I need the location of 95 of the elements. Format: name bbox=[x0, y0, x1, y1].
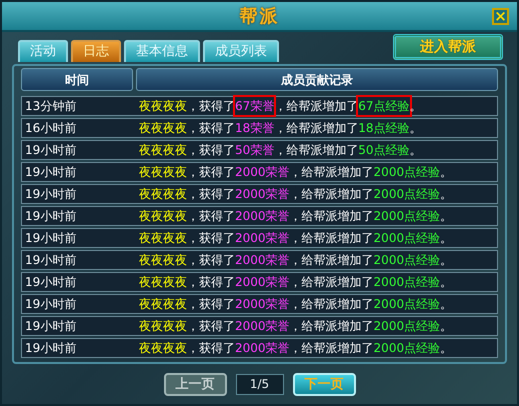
player-name: 夜夜夜夜 bbox=[139, 296, 187, 313]
exp-text: 2000点经验 bbox=[374, 186, 440, 203]
log-text: ，给帮派增加了 bbox=[274, 98, 358, 115]
log-text: 。 bbox=[440, 252, 452, 269]
log-text: 。 bbox=[410, 98, 422, 115]
log-text: 。 bbox=[440, 164, 452, 181]
honor-text: 2000荣誉 bbox=[235, 296, 290, 313]
player-name: 夜夜夜夜 bbox=[139, 318, 187, 335]
time-text: 16小时前 bbox=[25, 120, 78, 137]
log-text: ，获得了 bbox=[187, 164, 235, 181]
player-name: 夜夜夜夜 bbox=[139, 186, 187, 203]
log-text: 。 bbox=[410, 142, 422, 159]
log-text: ，给帮派增加了 bbox=[274, 142, 358, 159]
player-name: 夜夜夜夜 bbox=[139, 230, 187, 247]
log-text: ，给帮派增加了 bbox=[290, 208, 374, 225]
time-text: 19小时前 bbox=[25, 252, 78, 269]
player-name: 夜夜夜夜 bbox=[139, 208, 187, 225]
time-text: 19小时前 bbox=[25, 230, 78, 247]
player-name: 夜夜夜夜 bbox=[139, 142, 187, 159]
exp-text: 67点经验 bbox=[358, 97, 410, 115]
column-header: 成员贡献记录 bbox=[136, 68, 498, 91]
page-indicator: 1/5 bbox=[236, 374, 284, 394]
log-text: 。 bbox=[410, 120, 422, 137]
column-header: 时间 bbox=[21, 68, 133, 91]
log-text: ，获得了 bbox=[187, 230, 235, 247]
time-text: 19小时前 bbox=[25, 164, 78, 181]
window-title: 帮派 bbox=[240, 4, 280, 28]
honor-text: 67荣誉 bbox=[235, 97, 274, 115]
exp-text: 18点经验 bbox=[358, 120, 410, 137]
log-text: ，给帮派增加了 bbox=[290, 318, 374, 335]
time-text: 19小时前 bbox=[25, 340, 78, 357]
time-text: 19小时前 bbox=[25, 318, 78, 335]
exp-text: 2000点经验 bbox=[374, 230, 440, 247]
honor-text: 18荣誉 bbox=[235, 120, 274, 137]
log-text: ，获得了 bbox=[187, 340, 235, 357]
tab[interactable]: 活动 bbox=[18, 40, 68, 62]
time-text: 19小时前 bbox=[25, 296, 78, 313]
log-text: ，获得了 bbox=[187, 142, 235, 159]
time-text: 13分钟前 bbox=[25, 98, 78, 115]
log-text: ，给帮派增加了 bbox=[290, 252, 374, 269]
log-text: ，给帮派增加了 bbox=[290, 340, 374, 357]
time-text: 19小时前 bbox=[25, 186, 78, 203]
honor-text: 2000荣誉 bbox=[235, 318, 290, 335]
log-text: 。 bbox=[440, 318, 452, 335]
exp-text: 2000点经验 bbox=[374, 164, 440, 181]
exp-text: 2000点经验 bbox=[374, 208, 440, 225]
log-text: ，给帮派增加了 bbox=[290, 296, 374, 313]
exp-text: 2000点经验 bbox=[374, 318, 440, 335]
player-name: 夜夜夜夜 bbox=[139, 340, 187, 357]
time-text: 19小时前 bbox=[25, 142, 78, 159]
log-text: ，获得了 bbox=[187, 98, 235, 115]
log-text: ，获得了 bbox=[187, 318, 235, 335]
log-text: ，给帮派增加了 bbox=[290, 230, 374, 247]
honor-text: 2000荣誉 bbox=[235, 274, 290, 291]
tab[interactable]: 成员列表 bbox=[203, 40, 279, 62]
next-page-button[interactable]: 下一页 bbox=[292, 372, 356, 396]
player-name: 夜夜夜夜 bbox=[139, 164, 187, 181]
exp-text: 2000点经验 bbox=[374, 340, 440, 357]
log-text: ，获得了 bbox=[187, 274, 235, 291]
log-text: ，给帮派增加了 bbox=[290, 164, 374, 181]
close-button[interactable]: × bbox=[492, 8, 509, 25]
player-name: 夜夜夜夜 bbox=[139, 120, 187, 137]
exp-text: 50点经验 bbox=[358, 142, 410, 159]
honor-text: 50荣誉 bbox=[235, 142, 274, 159]
log-text: ，给帮派增加了 bbox=[274, 120, 358, 137]
log-text: 。 bbox=[440, 340, 452, 357]
time-text: 19小时前 bbox=[25, 274, 78, 291]
log-text: 。 bbox=[440, 230, 452, 247]
log-text: 。 bbox=[440, 296, 452, 313]
log-text: ，获得了 bbox=[187, 120, 235, 137]
log-text: ，给帮派增加了 bbox=[290, 274, 374, 291]
honor-text: 2000荣誉 bbox=[235, 208, 290, 225]
tab[interactable]: 基本信息 bbox=[124, 40, 200, 62]
join-guild-button[interactable]: 进入帮派 bbox=[393, 34, 503, 60]
log-text: ，获得了 bbox=[187, 186, 235, 203]
player-name: 夜夜夜夜 bbox=[139, 98, 187, 115]
log-text: 。 bbox=[440, 208, 452, 225]
honor-text: 2000荣誉 bbox=[235, 186, 290, 203]
honor-text: 2000荣誉 bbox=[235, 164, 290, 181]
exp-text: 2000点经验 bbox=[374, 252, 440, 269]
player-name: 夜夜夜夜 bbox=[139, 274, 187, 291]
log-text: ，给帮派增加了 bbox=[290, 186, 374, 203]
honor-text: 2000荣誉 bbox=[235, 230, 290, 247]
time-text: 19小时前 bbox=[25, 208, 78, 225]
log-text: ，获得了 bbox=[187, 208, 235, 225]
tab[interactable]: 日志 bbox=[71, 40, 121, 62]
exp-text: 2000点经验 bbox=[374, 274, 440, 291]
honor-text: 2000荣誉 bbox=[235, 340, 290, 357]
log-text: 。 bbox=[440, 274, 452, 291]
player-name: 夜夜夜夜 bbox=[139, 252, 187, 269]
exp-text: 2000点经验 bbox=[374, 296, 440, 313]
log-text: 。 bbox=[440, 186, 452, 203]
log-text: ，获得了 bbox=[187, 296, 235, 313]
honor-text: 2000荣誉 bbox=[235, 252, 290, 269]
log-text: ，获得了 bbox=[187, 252, 235, 269]
